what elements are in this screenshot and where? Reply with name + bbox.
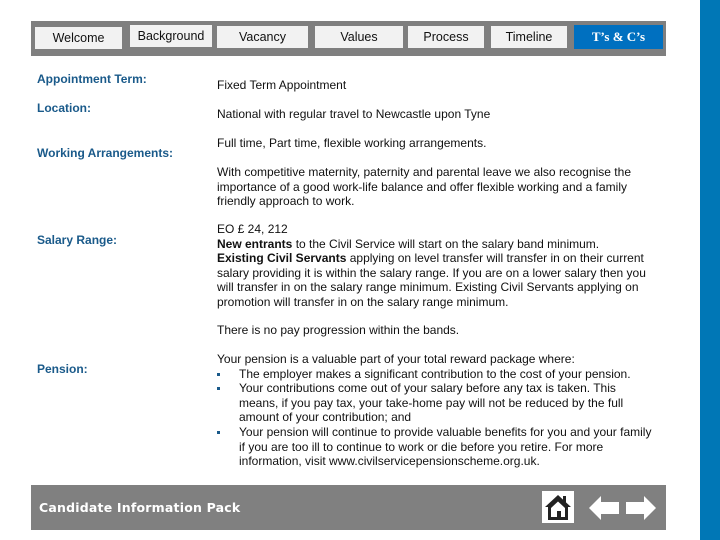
salary-range-label: Salary Range: — [37, 233, 118, 247]
forward-button[interactable] — [625, 495, 657, 521]
pension-value: Your pension is a valuable part of your … — [217, 352, 657, 469]
new-entrants-bold: New entrants — [217, 236, 293, 251]
pension-intro: Your pension is a valuable part of your … — [217, 352, 575, 366]
tab-values[interactable]: Values — [315, 26, 403, 48]
tab-process[interactable]: Process — [408, 26, 484, 48]
pension-bullet: Your contributions come out of your sala… — [217, 381, 657, 425]
tab-vacancy[interactable]: Vacancy — [217, 26, 308, 48]
arrow-right-icon — [626, 496, 656, 520]
tab-terms-and-conditions[interactable]: T’s & C’s — [574, 25, 663, 49]
footer-bar: Candidate Information Pack — [31, 485, 666, 530]
new-entrants-text: New entrants to the Civil Service will s… — [217, 237, 657, 252]
new-entrants-detail: to the Civil Service will start on the s… — [292, 236, 600, 251]
pension-bullet: The employer makes a significant contrib… — [217, 367, 657, 382]
home-button[interactable] — [542, 491, 574, 523]
appointment-term-label: Appointment Term: — [37, 72, 147, 86]
pension-bullet: Your pension will continue to provide va… — [217, 425, 657, 469]
location-label: Location: — [37, 101, 91, 115]
working-arrangements-extra: With competitive maternity, paternity an… — [217, 165, 631, 209]
no-pay-progression: There is no pay progression within the b… — [217, 323, 460, 337]
pension-bullet-list: The employer makes a significant contrib… — [217, 367, 657, 469]
back-button[interactable] — [588, 495, 620, 521]
home-icon — [545, 495, 571, 520]
tab-navigation: Welcome Background Vacancy Values Proces… — [31, 21, 666, 56]
footer-title: Candidate Information Pack — [39, 500, 241, 515]
working-arrangements-label: Working Arrangements: — [37, 146, 174, 160]
existing-servants-bold: Existing Civil Servants — [217, 251, 347, 266]
working-arrangements-value: Full time, Part time, flexible working a… — [217, 136, 487, 150]
location-value: National with regular travel to Newcastl… — [217, 107, 491, 121]
bullet-icon — [217, 430, 220, 434]
arrow-left-icon — [589, 496, 619, 520]
pension-label: Pension: — [37, 362, 88, 376]
bullet-icon — [217, 372, 220, 376]
existing-servants-text: Existing Civil Servants applying on leve… — [217, 251, 657, 309]
side-accent-bar — [700, 0, 720, 540]
bullet-icon — [217, 387, 220, 391]
tab-background[interactable]: Background — [130, 25, 212, 47]
salary-range-value: EO £ 24, 212 New entrants to the Civil S… — [217, 222, 657, 310]
appointment-term-value: Fixed Term Appointment — [217, 78, 347, 92]
salary-band: EO £ 24, 212 — [217, 222, 288, 236]
tab-timeline[interactable]: Timeline — [491, 26, 567, 48]
tab-welcome[interactable]: Welcome — [35, 27, 122, 49]
